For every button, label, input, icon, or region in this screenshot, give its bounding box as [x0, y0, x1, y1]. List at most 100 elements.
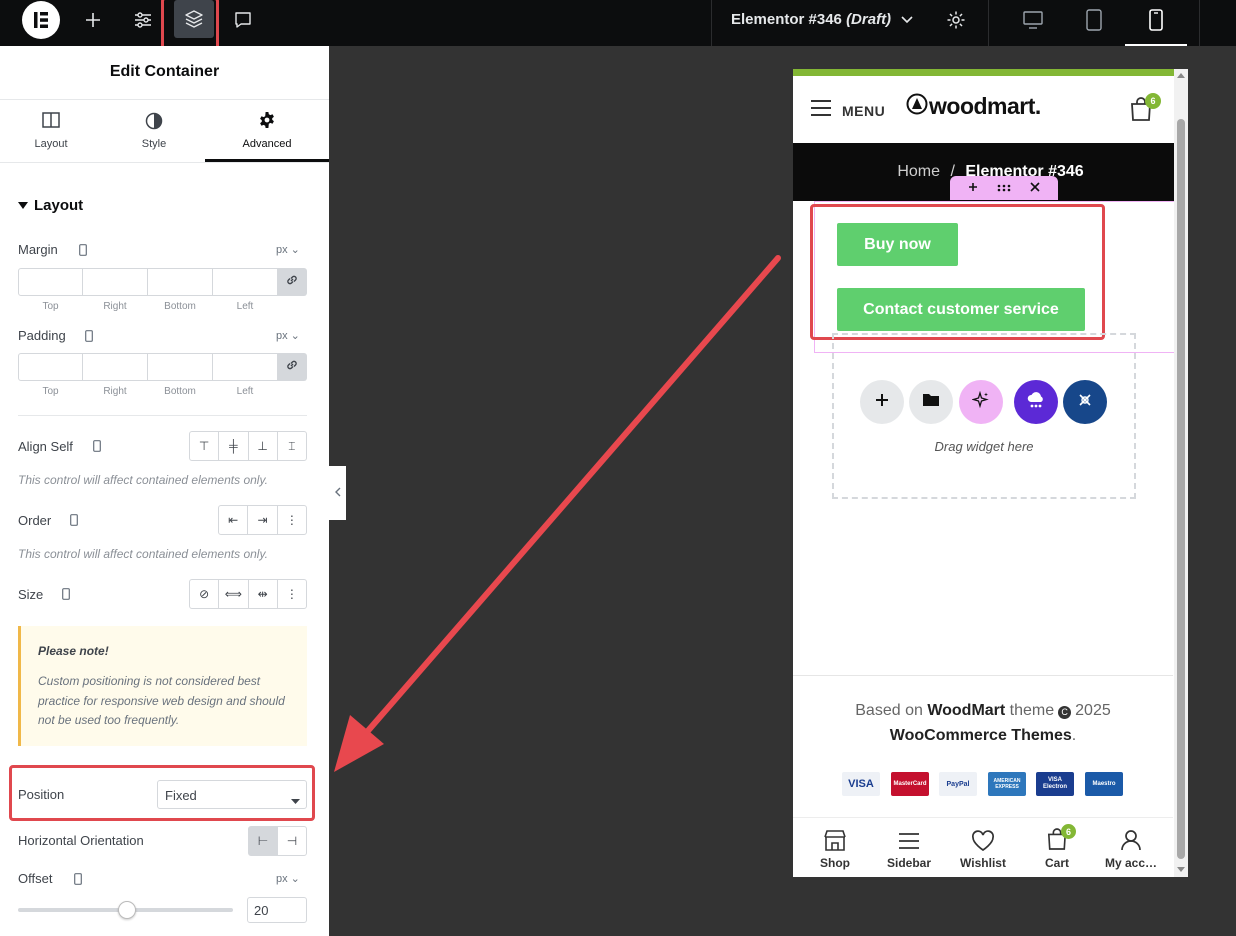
bottom-nav-cart[interactable]: 6 Cart	[1020, 824, 1094, 877]
top-accent-bar	[793, 69, 1188, 76]
responsive-mobile-icon[interactable]	[70, 513, 78, 531]
panel-title: Edit Container	[109, 63, 220, 80]
bottom-nav-cart-label: Cart	[1044, 856, 1069, 870]
padding-link-button[interactable]	[277, 353, 307, 381]
add-container-icon[interactable]	[968, 179, 978, 197]
padding-top-input[interactable]	[18, 353, 83, 381]
padding-right-caption: Right	[103, 386, 127, 397]
heart-icon	[971, 830, 995, 857]
mobile-view-active-indicator	[1125, 44, 1187, 46]
mobile-view-icon[interactable]	[1134, 0, 1178, 40]
breadcrumb-home-link[interactable]: Home	[897, 163, 940, 180]
horizontal-orientation-control: ⊢ ⊣	[248, 826, 307, 856]
footer-brand-link[interactable]: WoodMart	[927, 702, 1005, 719]
notice-title: Please note!	[38, 644, 109, 658]
scroll-down-arrow-icon[interactable]	[1177, 867, 1185, 872]
bottom-nav-sidebar[interactable]: Sidebar	[872, 827, 946, 877]
logo-text: woodmart.	[929, 93, 1041, 119]
third-party-kit-button[interactable]	[1063, 380, 1107, 424]
cloud-kit-button[interactable]	[1014, 380, 1058, 424]
no-size-icon[interactable]: ⊘	[190, 580, 220, 608]
drop-zone[interactable]: Drag widget here	[832, 333, 1136, 499]
more-vertical-icon[interactable]: ⋮	[278, 506, 306, 534]
tab-style[interactable]: Style	[103, 100, 205, 162]
more-vertical-icon[interactable]: ⋮	[278, 580, 306, 608]
responsive-mobile-icon[interactable]	[93, 439, 101, 457]
footer-woocommerce-link[interactable]: WooCommerce Themes	[890, 727, 1072, 744]
responsive-mobile-icon[interactable]	[79, 243, 87, 261]
amex-label: AMERICAN EXPRESS	[993, 778, 1021, 790]
desktop-view-icon[interactable]	[1011, 0, 1055, 40]
padding-unit-select[interactable]: px ⌄	[276, 329, 300, 342]
responsive-mobile-icon[interactable]	[85, 329, 93, 347]
order-start-icon[interactable]: ⇤	[219, 506, 249, 534]
order-end-icon[interactable]: ⇥	[248, 506, 278, 534]
offset-unit: px	[276, 873, 288, 885]
delete-container-icon[interactable]	[1030, 179, 1040, 197]
add-element-icon[interactable]	[71, 0, 115, 40]
tablet-view-icon[interactable]	[1072, 0, 1116, 40]
section-layout-toggle[interactable]: Layout	[18, 197, 83, 214]
align-center-icon[interactable]: ╪	[219, 432, 249, 460]
scrollbar-thumb[interactable]	[1177, 119, 1185, 859]
bottom-nav-shop-label: Shop	[820, 856, 850, 870]
site-settings-icon[interactable]	[121, 0, 165, 40]
margin-link-button[interactable]	[277, 268, 307, 296]
visa-card-icon: VISA	[842, 772, 880, 796]
document-status: (Draft)	[846, 11, 892, 28]
user-icon	[1120, 829, 1142, 856]
buttons-highlight-box	[810, 204, 1105, 340]
padding-left-input[interactable]	[212, 353, 278, 381]
margin-right-input[interactable]	[82, 268, 148, 296]
editor-top-bar: Elementor #346 (Draft)	[0, 0, 1236, 53]
offset-value-input[interactable]: 20	[247, 897, 307, 923]
grow-icon[interactable]: ⟺	[219, 580, 249, 608]
responsive-mobile-icon[interactable]	[74, 872, 82, 890]
align-start-icon[interactable]: ⊤	[190, 432, 220, 460]
offset-label: Offset	[18, 871, 53, 886]
preview-scrollbar[interactable]	[1174, 69, 1188, 877]
margin-unit-select[interactable]: px ⌄	[276, 243, 300, 256]
margin-left-input[interactable]	[212, 268, 278, 296]
notes-comment-icon[interactable]	[221, 0, 265, 40]
tab-advanced[interactable]: Advanced	[205, 100, 329, 162]
tab-layout[interactable]: Layout	[0, 100, 102, 162]
add-widget-button[interactable]	[860, 380, 904, 424]
bottom-nav-account[interactable]: My acc…	[1094, 827, 1168, 877]
site-logo[interactable]: woodmart.	[906, 93, 1041, 120]
orient-right-icon[interactable]: ⊣	[278, 827, 306, 855]
tab-layout-label: Layout	[34, 138, 68, 150]
offset-slider-handle[interactable]	[118, 901, 136, 919]
ai-generate-button[interactable]	[959, 380, 1003, 424]
bottom-nav-shop[interactable]: Shop	[798, 827, 872, 877]
offset-unit-select[interactable]: px ⌄	[276, 872, 300, 885]
margin-bottom-input[interactable]	[147, 268, 213, 296]
align-end-icon[interactable]: ⊥	[249, 432, 278, 460]
margin-top-input[interactable]	[18, 268, 83, 296]
sparkle-icon	[971, 390, 990, 414]
order-control: ⇤ ⇥ ⋮	[218, 505, 307, 535]
elementor-logo-icon[interactable]	[20, 0, 62, 40]
scroll-up-arrow-icon[interactable]	[1177, 73, 1185, 78]
align-stretch-icon[interactable]: ⌶	[278, 432, 306, 460]
drag-handle-icon[interactable]	[997, 179, 1011, 197]
position-highlight-box	[9, 765, 315, 821]
maestro-card-icon: Maestro	[1085, 772, 1123, 796]
add-template-button[interactable]	[909, 380, 953, 424]
document-title[interactable]: Elementor #346 (Draft)	[731, 11, 913, 28]
bottom-nav-wishlist[interactable]: Wishlist	[946, 827, 1020, 877]
padding-right-input[interactable]	[82, 353, 148, 381]
cloud-icon	[1026, 391, 1046, 414]
header-cart[interactable]: 6	[1130, 93, 1161, 126]
menu-label: MENU	[842, 102, 886, 119]
orient-left-icon[interactable]: ⊢	[249, 827, 278, 855]
paypal-card-icon: PayPal	[939, 772, 977, 796]
bottom-nav-sidebar-label: Sidebar	[886, 856, 931, 870]
mobile-preview: MENU woodmart. 6 Home / Elementor #346 B…	[793, 69, 1188, 877]
responsive-mobile-icon[interactable]	[62, 587, 70, 605]
shrink-icon[interactable]: ⇹	[249, 580, 278, 608]
menu-toggle[interactable]: MENU	[810, 99, 885, 122]
padding-bottom-input[interactable]	[147, 353, 213, 381]
page-settings-gear-icon[interactable]	[934, 0, 978, 40]
plus-icon	[874, 392, 890, 413]
